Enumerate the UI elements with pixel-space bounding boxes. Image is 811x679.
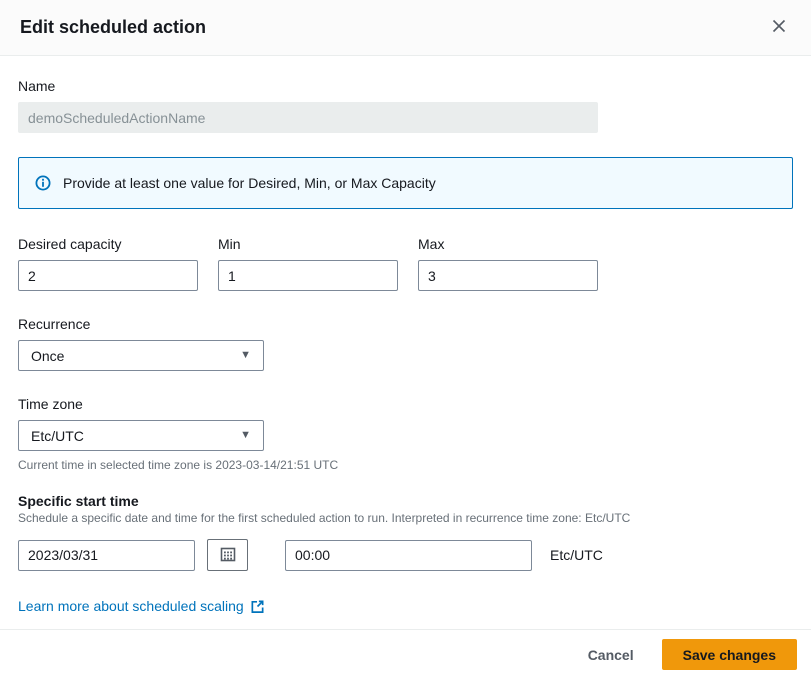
save-changes-button[interactable]: Save changes [662, 639, 797, 670]
caret-down-icon: ▼ [240, 430, 251, 441]
name-input[interactable] [18, 102, 598, 133]
timezone-label: Time zone [18, 396, 793, 412]
calendar-icon [220, 546, 236, 565]
recurrence-group: Recurrence Once ▼ [18, 316, 793, 371]
start-time-description: Schedule a specific date and time for th… [18, 511, 793, 525]
datetime-row: Etc/UTC [18, 539, 793, 571]
modal-title: Edit scheduled action [20, 17, 206, 38]
info-icon [35, 175, 51, 191]
learn-more-label: Learn more about scheduled scaling [18, 598, 244, 614]
name-field-group: Name [18, 78, 793, 133]
max-capacity-input[interactable] [418, 260, 598, 291]
timezone-select[interactable]: Etc/UTC ▼ [18, 420, 264, 451]
cancel-button[interactable]: Cancel [588, 647, 634, 663]
min-capacity-field: Min [218, 236, 398, 291]
recurrence-selected-value: Once [31, 348, 64, 364]
modal-header: Edit scheduled action [0, 0, 811, 56]
timezone-suffix: Etc/UTC [550, 547, 603, 563]
calendar-button[interactable] [207, 539, 248, 571]
learn-more-link[interactable]: Learn more about scheduled scaling [18, 598, 265, 614]
desired-capacity-input[interactable] [18, 260, 198, 291]
recurrence-label: Recurrence [18, 316, 793, 332]
info-alert: Provide at least one value for Desired, … [18, 157, 793, 209]
name-label: Name [18, 78, 793, 94]
desired-capacity-label: Desired capacity [18, 236, 198, 252]
alert-text: Provide at least one value for Desired, … [63, 175, 436, 191]
close-button[interactable] [767, 14, 791, 42]
date-input[interactable] [18, 540, 195, 571]
current-time-note: Current time in selected time zone is 20… [18, 458, 793, 472]
modal-body: Name Provide at least one value for Desi… [0, 78, 811, 616]
caret-down-icon: ▼ [240, 350, 251, 361]
timezone-group: Time zone Etc/UTC ▼ Current time in sele… [18, 396, 793, 472]
max-capacity-field: Max [418, 236, 598, 291]
start-time-group: Specific start time Schedule a specific … [18, 493, 793, 571]
timezone-selected-value: Etc/UTC [31, 428, 84, 444]
max-capacity-label: Max [418, 236, 598, 252]
external-link-icon [250, 599, 265, 614]
min-capacity-input[interactable] [218, 260, 398, 291]
modal-footer: Cancel Save changes [0, 629, 811, 679]
capacity-row: Desired capacity Min Max [18, 236, 793, 291]
time-input[interactable] [285, 540, 532, 571]
min-capacity-label: Min [218, 236, 398, 252]
desired-capacity-field: Desired capacity [18, 236, 198, 291]
recurrence-select[interactable]: Once ▼ [18, 340, 264, 371]
start-time-label: Specific start time [18, 493, 793, 509]
close-icon [771, 17, 787, 39]
